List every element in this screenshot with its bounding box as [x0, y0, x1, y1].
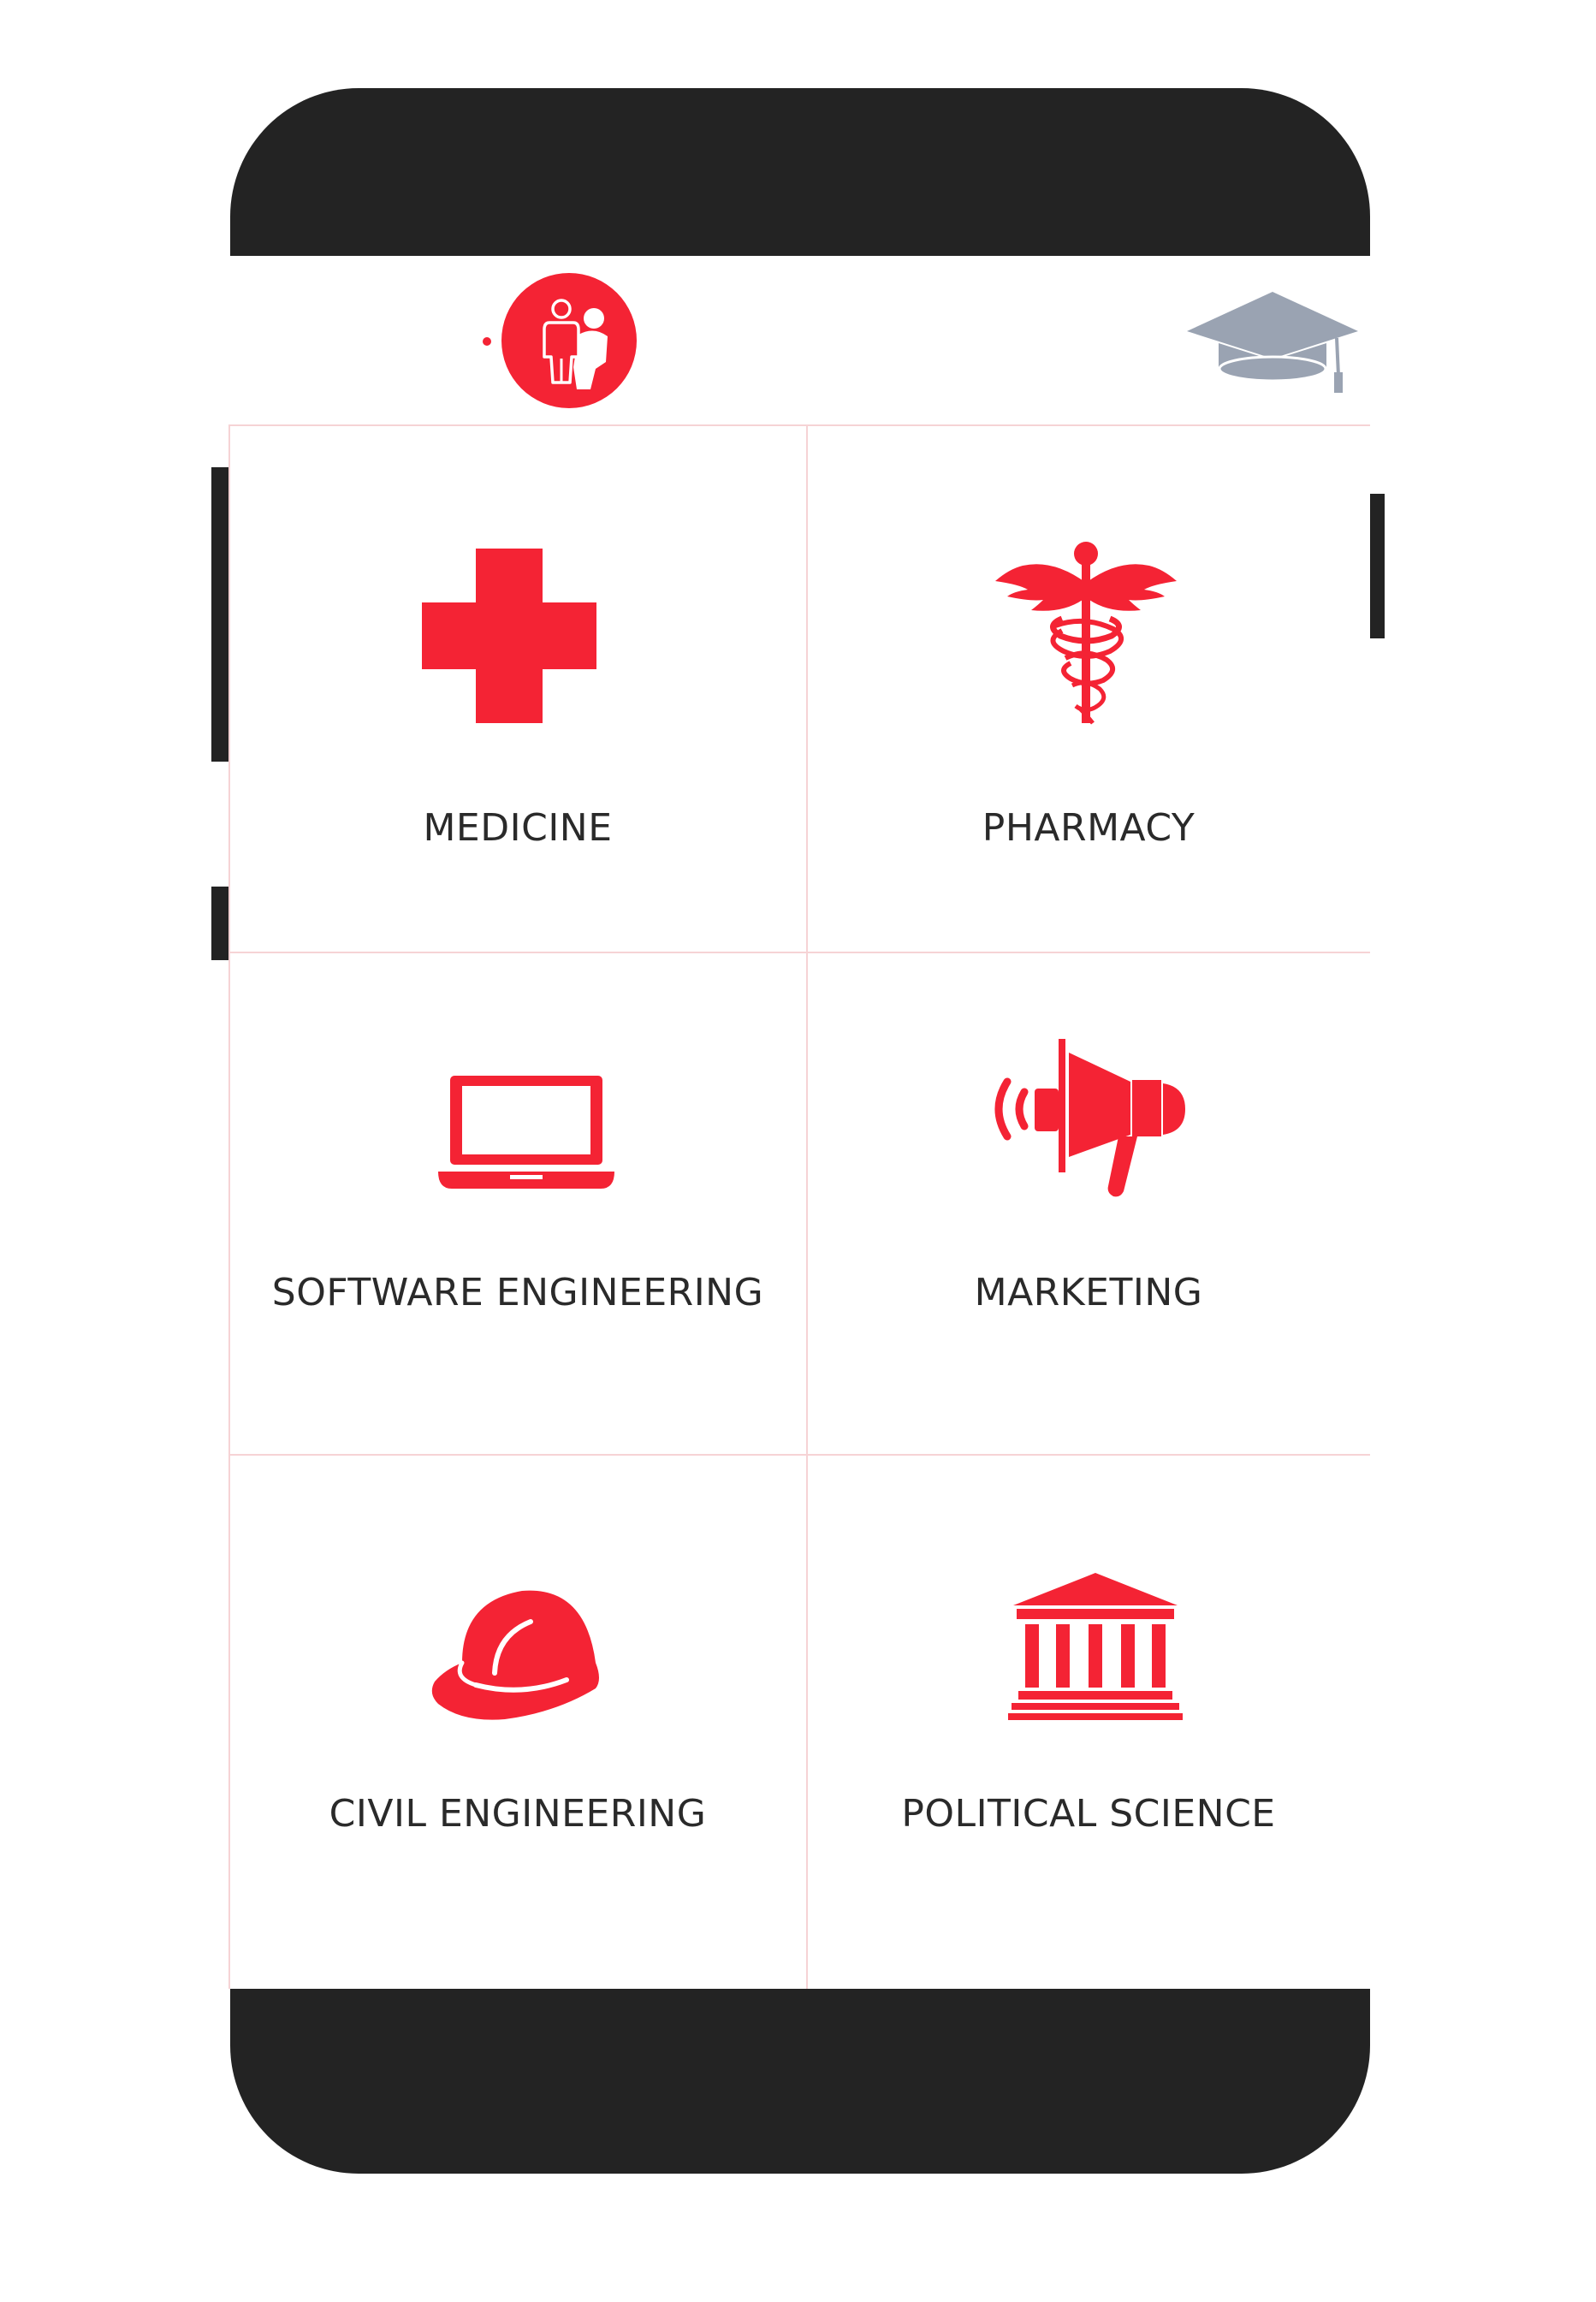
course-card-marketing[interactable]: MARKETING [807, 953, 1370, 1454]
course-card-medicine[interactable]: MEDICINE [228, 426, 807, 952]
medical-cross-icon [422, 549, 596, 723]
course-label: CIVIL ENGINEERING [329, 1792, 707, 1836]
power-button[interactable] [1368, 494, 1385, 638]
tab-people[interactable] [228, 256, 799, 426]
tab-indicator-dot [483, 337, 491, 346]
course-label: POLITICAL SCIENCE [901, 1792, 1276, 1836]
people-icon [501, 273, 637, 408]
course-label: PHARMACY [982, 806, 1196, 850]
course-label: SOFTWARE ENGINEERING [271, 1271, 764, 1314]
hard-hat-icon [431, 1590, 599, 1720]
government-building-icon [1008, 1573, 1183, 1720]
course-card-civil-engineering[interactable]: CIVIL ENGINEERING [228, 1456, 807, 1989]
app-screen: MEDICINE PHARMACY SOFTWARE ENGINEERING M… [228, 256, 1370, 1989]
course-card-political-science[interactable]: POLITICAL SCIENCE [807, 1456, 1370, 1989]
course-grid: MEDICINE PHARMACY SOFTWARE ENGINEERING M… [228, 426, 1370, 1989]
caduceus-icon [995, 542, 1177, 725]
course-card-software-engineering[interactable]: SOFTWARE ENGINEERING [228, 953, 807, 1454]
tab-courses[interactable] [799, 256, 1370, 426]
laptop-icon [438, 1076, 614, 1189]
megaphone-icon [994, 1039, 1185, 1197]
tab-bar [228, 256, 1370, 426]
course-label: MEDICINE [423, 806, 613, 850]
course-label: MARKETING [974, 1271, 1203, 1314]
page: MEDICINE PHARMACY SOFTWARE ENGINEERING M… [0, 0, 1596, 2302]
course-card-pharmacy[interactable]: PHARMACY [807, 426, 1370, 952]
graduation-cap-icon [1187, 292, 1358, 393]
